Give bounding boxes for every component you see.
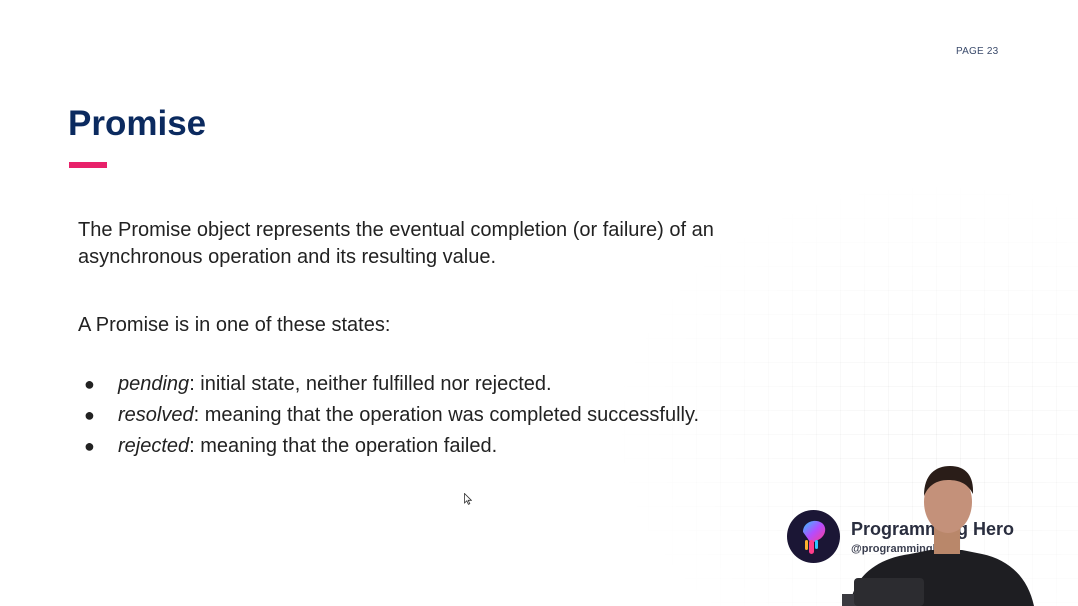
list-item-rejected: ● rejected: meaning that the operation fa… [84, 432, 699, 463]
state-description: : meaning that the operation was complet… [193, 404, 700, 426]
list-item-resolved: ● resolved: meaning that the operation wa… [84, 401, 699, 432]
state-description: : initial state, neither fulfilled nor r… [189, 373, 552, 395]
promise-description: The Promise object represents the eventu… [78, 219, 714, 268]
list-item-pending: ● pending: initial state, neither fulfill… [84, 370, 699, 401]
state-term: rejected [118, 435, 190, 457]
presenter-webcam-icon [842, 466, 1034, 606]
state-term: resolved [118, 404, 194, 426]
state-term: pending [118, 373, 190, 395]
brush-drop-logo-icon [787, 510, 840, 563]
page-number: PAGE 23 [956, 46, 999, 57]
bullet-icon: ● [84, 374, 95, 394]
slide-title: Promise [68, 104, 207, 143]
bullet-icon: ● [84, 405, 95, 425]
mouse-pointer-icon [464, 493, 472, 505]
title-accent-bar [69, 162, 107, 168]
states-list: ● pending: initial state, neither fulfill… [84, 370, 699, 463]
bullet-icon: ● [84, 436, 95, 456]
state-description: : meaning that the operation failed. [189, 435, 498, 457]
states-intro: A Promise is in one of these states: [78, 314, 391, 336]
